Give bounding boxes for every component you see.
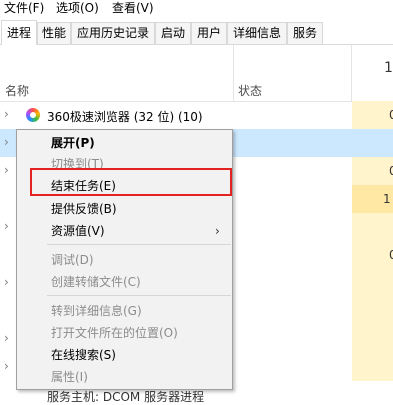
menu-options[interactable]: 选项(O)	[55, 0, 100, 17]
cpu-cell	[352, 129, 393, 157]
tab-strip: 进程 性能 应用历史记录 启动 用户 详细信息 服务	[0, 18, 393, 45]
chevron-right-icon[interactable]: ›	[4, 136, 14, 148]
cpu-cell	[352, 325, 393, 353]
chevron-right-icon[interactable]: ›	[4, 108, 14, 120]
chevron-right-icon[interactable]: ›	[4, 164, 14, 176]
tab-app-history[interactable]: 应用历史记录	[71, 22, 155, 44]
menu-item-debug: 调试(D)	[17, 249, 232, 271]
cpu-cell	[352, 157, 393, 185]
cpu-cell	[352, 297, 393, 325]
cpu-value: 0	[389, 248, 393, 262]
menu-view[interactable]: 查看(V)	[111, 0, 155, 17]
menu-separator	[47, 244, 231, 245]
column-cpu[interactable]: 1	[384, 60, 393, 76]
chevron-right-icon[interactable]: ›	[4, 220, 14, 232]
tab-details[interactable]: 详细信息	[227, 22, 287, 44]
tab-processes[interactable]: 进程	[1, 20, 37, 45]
cpu-cell	[352, 101, 393, 129]
cpu-cell	[352, 269, 393, 297]
column-divider[interactable]	[233, 45, 234, 101]
column-header: 名称 状态 1	[0, 45, 393, 102]
menu-item-label: 资源值(V)	[51, 224, 105, 238]
column-name[interactable]: 名称	[5, 82, 29, 99]
tab-users[interactable]: 用户	[191, 22, 227, 44]
menu-item-open-file-location: 打开文件所在的位置(O)	[17, 322, 232, 344]
cpu-cell	[352, 353, 393, 381]
menu-item-label: 创建转储文件(C)	[51, 275, 141, 289]
highlight-box	[30, 168, 232, 196]
chevron-right-icon[interactable]: ›	[4, 360, 14, 372]
menu-item-label: 在线搜索(S)	[51, 348, 116, 362]
cpu-cell	[352, 241, 393, 269]
menu-separator	[47, 295, 231, 296]
submenu-arrow-icon: ›	[215, 224, 220, 238]
chevron-right-icon[interactable]: ›	[4, 276, 14, 288]
menu-item-go-to-details: 转到详细信息(G)	[17, 300, 232, 322]
browser-app-icon	[26, 108, 40, 122]
menu-item-create-dump: 创建转储文件(C)	[17, 271, 232, 293]
column-divider[interactable]	[351, 45, 352, 101]
menu-item-feedback[interactable]: 提供反馈(B)	[17, 198, 232, 220]
menu-item-label: 调试(D)	[51, 253, 94, 267]
tab-services[interactable]: 服务	[287, 22, 323, 44]
chevron-right-icon[interactable]: ›	[4, 332, 14, 344]
menu-item-label: 提供反馈(B)	[51, 202, 117, 216]
menu-item-label: 展开(P)	[51, 136, 95, 150]
menu-item-label: 属性(I)	[51, 370, 88, 384]
menu-item-expand[interactable]: 展开(P)	[17, 132, 232, 154]
menu-item-properties: 属性(I)	[17, 366, 232, 388]
menu-item-label: 转到详细信息(G)	[51, 304, 142, 318]
cpu-value: 0	[389, 108, 393, 122]
menu-item-label: 打开文件所在的位置(O)	[51, 326, 178, 340]
menu-bar: 文件(F) 选项(O) 查看(V)	[0, 0, 393, 18]
cpu-value: 1	[383, 192, 391, 206]
cpu-cell	[352, 213, 393, 241]
menu-file[interactable]: 文件(F)	[3, 0, 45, 17]
tab-startup[interactable]: 启动	[155, 22, 191, 44]
menu-item-search-online[interactable]: 在线搜索(S)	[17, 344, 232, 366]
process-row[interactable]: › 360极速浏览器 (32 位) (10) 0	[0, 101, 393, 129]
tab-performance[interactable]: 性能	[37, 22, 71, 44]
column-status[interactable]: 状态	[238, 82, 262, 99]
cpu-value: 0	[389, 164, 393, 178]
process-name: 360极速浏览器 (32 位) (10)	[47, 110, 203, 124]
menu-item-resource-values[interactable]: 资源值(V) ›	[17, 220, 232, 242]
